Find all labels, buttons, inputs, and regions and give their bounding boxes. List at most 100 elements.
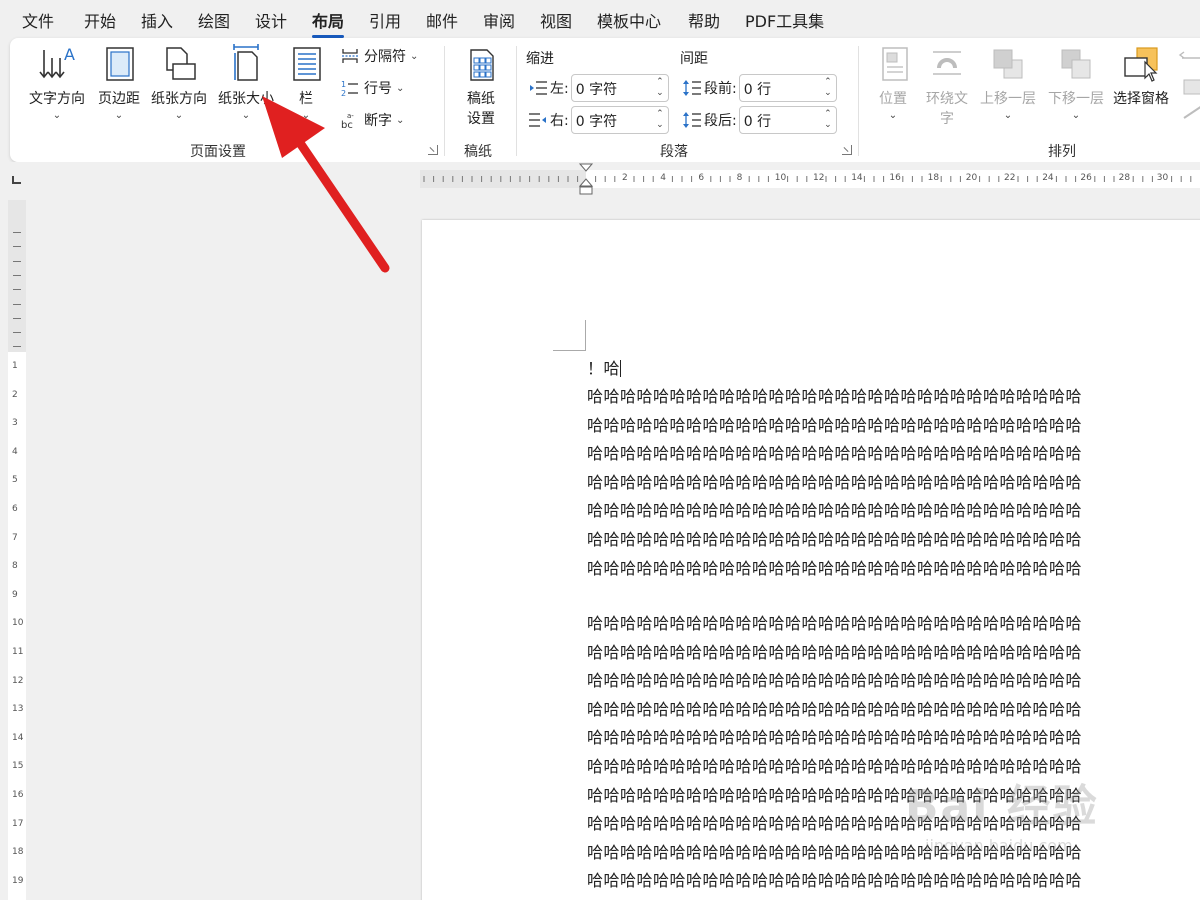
spacing-before-icon [683, 80, 701, 96]
indent-left-input[interactable]: 0 字符 ⌃ ⌄ [570, 74, 669, 102]
svg-text:2: 2 [341, 89, 346, 97]
orientation-button[interactable]: 纸张方向 ⌄ [148, 44, 210, 121]
spacing-after-input[interactable]: 0 行 ⌃ ⌄ [738, 106, 837, 134]
ruler-number: 24 [1042, 173, 1054, 183]
chevron-down-icon: ⌄ [410, 50, 419, 62]
ruler-number: 4 [12, 446, 18, 457]
text-line[interactable]: 哈哈哈哈哈哈哈哈哈哈哈哈哈哈哈哈哈哈哈哈哈哈哈哈哈哈哈哈哈哈 [587, 610, 1200, 632]
spin-arrows-icon[interactable]: ⌃ ⌄ [656, 77, 664, 99]
line-numbers-icon: 1 2 [341, 80, 358, 97]
text-line[interactable]: 哈哈哈哈哈哈哈哈哈哈哈哈哈哈哈哈哈哈哈哈哈哈哈哈哈哈哈哈哈哈 [587, 526, 1200, 548]
chevron-down-icon: ⌄ [888, 110, 898, 121]
chevron-down-icon: ⌄ [1071, 110, 1081, 121]
horizontal-ruler-margin-ticks [423, 176, 579, 182]
text-direction-button[interactable]: A 文字方向 ⌄ [26, 44, 88, 121]
text-line[interactable]: 哈哈哈哈哈哈哈哈哈哈哈哈哈哈哈哈哈哈哈哈哈哈哈哈哈哈哈哈哈哈 [587, 497, 1200, 519]
menu-help[interactable]: 帮助 [688, 8, 720, 32]
spin-arrows-icon[interactable]: ⌃ ⌄ [656, 109, 664, 131]
columns-button[interactable]: 栏 ⌄ [286, 44, 326, 121]
breaks-icon [342, 49, 358, 63]
menu-insert[interactable]: 插入 [141, 8, 173, 32]
indent-left-value: 0 字符 [575, 82, 618, 98]
text-line[interactable]: 哈哈哈哈哈哈哈哈哈哈哈哈哈哈哈哈哈哈哈哈哈哈哈哈哈哈哈哈哈哈 [587, 469, 1200, 491]
menu-pdf-tools[interactable]: PDF工具集 [745, 8, 824, 32]
line-numbers-label: 行号 [364, 81, 392, 97]
ruler-number: 26 [1080, 173, 1092, 183]
ruler-number: 15 [12, 761, 24, 772]
wrap-text-label-line1: 环绕文 [926, 91, 968, 107]
text-line[interactable]: 哈哈哈哈哈哈哈哈哈哈哈哈哈哈哈哈哈哈哈哈哈哈哈哈哈哈哈哈哈哈 [587, 639, 1200, 661]
align-button[interactable] [1178, 44, 1200, 124]
group-label-manuscript: 稿纸 [464, 144, 492, 160]
text-direction-label: 文字方向 [29, 91, 85, 107]
text-line[interactable]: 哈哈哈哈哈哈哈哈哈哈哈哈哈哈哈哈哈哈哈哈哈哈哈哈哈哈哈哈哈哈 [587, 555, 1200, 577]
menu-file[interactable]: 文件 [22, 8, 54, 32]
ruler-number: 13 [12, 704, 24, 715]
text-line[interactable]: 哈哈哈哈哈哈哈哈哈哈哈哈哈哈哈哈哈哈哈哈哈哈哈哈哈哈哈哈哈哈 [587, 412, 1200, 434]
text-line[interactable]: 哈哈哈哈哈哈哈哈哈哈哈哈哈哈哈哈哈哈哈哈哈哈哈哈哈哈哈哈哈哈 [587, 440, 1200, 462]
ruler-tick [13, 232, 21, 233]
line-numbers-button[interactable]: 1 2 行号 ⌄ [340, 78, 404, 98]
send-backward-button[interactable]: 下移一层 ⌄ [1044, 44, 1108, 121]
hyphenation-label: 断字 [364, 113, 392, 129]
wrap-text-button[interactable]: 环绕文 字 [922, 44, 972, 128]
margins-button[interactable]: 页边距 ⌄ [94, 44, 144, 121]
ruler-number: 12 [12, 675, 24, 686]
text-line[interactable]: 哈哈哈哈哈哈哈哈哈哈哈哈哈哈哈哈哈哈哈哈哈哈哈哈哈哈哈哈哈哈 [587, 667, 1200, 689]
ruler-tick [13, 346, 21, 348]
menu-home[interactable]: 开始 [84, 8, 116, 32]
document-first-line[interactable]: ！哈 [587, 355, 1200, 377]
ruler-number: 7 [12, 532, 18, 543]
margins-label: 页边距 [98, 91, 140, 107]
text-line[interactable]: 哈哈哈哈哈哈哈哈哈哈哈哈哈哈哈哈哈哈哈哈哈哈哈哈哈哈哈哈哈哈 [587, 724, 1200, 746]
spin-arrows-icon[interactable]: ⌃ ⌄ [824, 109, 832, 131]
menu-references[interactable]: 引用 [369, 8, 401, 32]
menu-template-center[interactable]: 模板中心 [597, 8, 661, 32]
ruler-tick [13, 260, 21, 262]
chevron-down-icon: ⌄ [174, 110, 184, 121]
margins-icon [106, 47, 134, 81]
hyphenation-button[interactable]: a- bc 断字 ⌄ [340, 110, 404, 130]
ruler-number: 8 [12, 561, 18, 572]
paragraph-launcher-icon[interactable] [842, 145, 852, 155]
menu-review[interactable]: 审阅 [483, 8, 515, 32]
spacing-after-label: 段后: [704, 113, 737, 129]
indent-right-row: 右: 0 字符 ⌃ ⌄ [528, 106, 669, 134]
indent-right-icon [529, 113, 546, 127]
orientation-icon [166, 47, 196, 80]
selection-pane-label: 选择窗格 [1113, 91, 1169, 107]
menu-view[interactable]: 视图 [540, 8, 572, 32]
page-setup-launcher-icon[interactable] [428, 145, 438, 155]
breaks-button[interactable]: 分隔符 ⌄ [340, 46, 418, 66]
paper-size-icon [233, 44, 259, 81]
menu-layout[interactable]: 布局 [312, 8, 345, 38]
vertical-ruler-margin [8, 200, 26, 352]
ruler-number: 10 [774, 173, 787, 183]
group-label-paragraph: 段落 [660, 144, 688, 160]
spin-arrows-icon[interactable]: ⌃ ⌄ [824, 77, 832, 99]
text-line[interactable]: 哈哈哈哈哈哈哈哈哈哈哈哈哈哈哈哈哈哈哈哈哈哈哈哈哈哈哈哈哈哈 [587, 696, 1200, 718]
ruler-number: 2 [12, 389, 18, 400]
menu-design[interactable]: 设计 [255, 8, 287, 32]
watermark-brand: Bai 经验 [905, 781, 1099, 832]
text-line[interactable]: 哈哈哈哈哈哈哈哈哈哈哈哈哈哈哈哈哈哈哈哈哈哈哈哈哈哈哈哈哈哈 [587, 383, 1200, 405]
margin-corner-mark [585, 320, 586, 351]
selection-pane-button[interactable]: 选择窗格 [1110, 44, 1172, 108]
menu-bar: 文件 开始 插入 绘图 设计 布局 引用 邮件 审阅 视图 模板中心 帮助 PD… [0, 0, 1200, 38]
manuscript-settings-button[interactable]: 稿纸 设置 [458, 44, 504, 128]
indent-marker-icon[interactable] [578, 162, 594, 196]
spacing-before-input[interactable]: 0 行 ⌃ ⌄ [738, 74, 837, 102]
indent-right-input[interactable]: 0 字符 ⌃ ⌄ [570, 106, 669, 134]
ruler-tick [13, 274, 21, 276]
position-button[interactable]: 位置 ⌄ [868, 44, 918, 121]
margin-corner-mark [553, 350, 586, 351]
menu-mailings[interactable]: 邮件 [426, 8, 458, 32]
position-icon [882, 47, 908, 81]
paper-size-button[interactable]: 纸张大小 ⌄ [214, 44, 278, 121]
indent-left-label: 左: [550, 81, 569, 97]
tab-selector-icon[interactable] [12, 176, 21, 184]
ruler-number: 14 [851, 173, 863, 183]
menu-draw[interactable]: 绘图 [198, 8, 230, 32]
spacing-before-value: 0 行 [743, 82, 772, 98]
bring-forward-button[interactable]: 上移一层 ⌄ [976, 44, 1040, 121]
